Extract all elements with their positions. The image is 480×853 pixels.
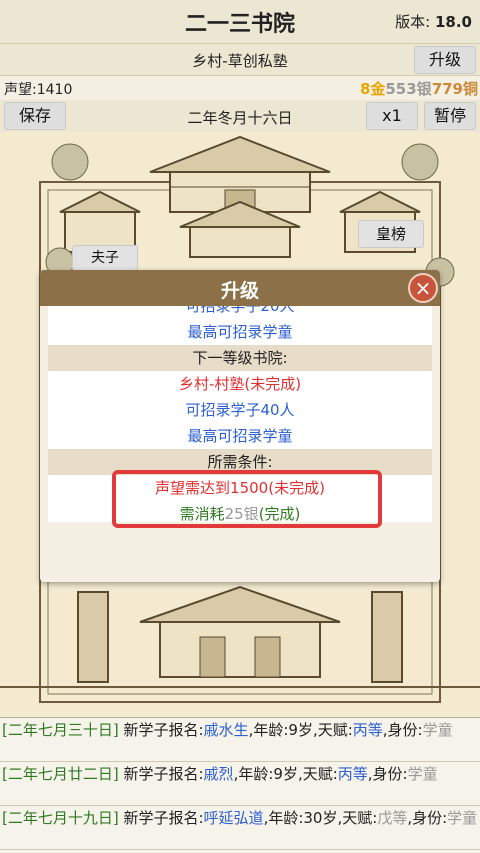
silver-amount: 553银: [385, 80, 432, 98]
close-icon: ×: [414, 276, 432, 300]
requirements-highlight: [112, 470, 382, 528]
log-student-name: 呼延弘道: [203, 809, 264, 827]
log-item: [二年七月十九日] 新学子报名:呼延弘道,年龄:30岁,天赋:戊等,身份:学童: [0, 806, 480, 850]
log-talent: 丙等: [352, 721, 383, 739]
dialog-header: 升级 ×: [40, 270, 440, 306]
log-age: 9: [288, 721, 298, 739]
gold-amount: 8金: [359, 80, 386, 98]
school-row: 乡村-草创私塾 升级: [0, 44, 480, 76]
school-location: 乡村-草创私塾: [192, 52, 288, 70]
money-display: 8金553银779铜: [360, 78, 478, 99]
log-text: ,年龄:: [263, 809, 304, 827]
dialog-row-current-capacity: 可招录学子20人: [48, 306, 432, 319]
fame-value: 声望:1410: [4, 82, 73, 98]
copper-amount: 779铜: [431, 80, 478, 98]
speed-button[interactable]: x1: [366, 102, 418, 130]
log-text: 岁,天赋:: [282, 765, 338, 783]
log-item: [二年七月三十日] 新学子报名:戚水生,年龄:9岁,天赋:丙等,身份:学童: [0, 718, 480, 762]
upgrade-button[interactable]: 升级: [414, 46, 476, 74]
log-talent: 丙等: [337, 765, 368, 783]
log-student-name: 戚水生: [203, 721, 249, 739]
dialog-row-next-capacity: 可招录学子40人: [48, 397, 432, 423]
log-age: 30: [303, 809, 323, 827]
log-text: ,年龄:: [233, 765, 274, 783]
log-text: 岁,天赋:: [297, 721, 353, 739]
log-identity: 学童: [422, 721, 453, 739]
log-text: 新学子报名:: [118, 809, 204, 827]
log-text: 新学子报名:: [118, 765, 204, 783]
version-label: 版本:: [395, 13, 431, 31]
log-date: [二年七月三十日]: [2, 721, 119, 739]
dialog-row-next-name: 乡村-村塾(未完成): [48, 371, 432, 397]
status-row: 声望:1410 8金553银779铜: [0, 76, 480, 100]
log-item: [二年七月廿二日] 新学子报名:戚烈,年龄:9岁,天赋:丙等,身份:学童: [0, 762, 480, 806]
dialog-row-next-level: 最高可招录学童: [48, 423, 432, 449]
imperial-list-button[interactable]: 皇榜: [358, 220, 424, 248]
log-date: [二年七月十九日]: [2, 809, 119, 827]
log-talent: 戊等: [377, 809, 408, 827]
upgrade-dialog: 升级 × 可招录学子20人 最高可招录学童 下一等级书院: 乡村-村塾(未完成)…: [40, 270, 440, 582]
dialog-title: 升级: [220, 280, 259, 302]
log-text: 新学子报名:: [118, 721, 204, 739]
event-log[interactable]: [二年七月三十日] 新学子报名:戚水生,年龄:9岁,天赋:丙等,身份:学童 [二…: [0, 717, 480, 853]
log-identity: 学童: [407, 765, 438, 783]
version-info: 版本: 18.0: [395, 11, 472, 32]
log-text: ,身份:: [407, 809, 448, 827]
title-bar: 二一三书院 版本: 18.0: [0, 0, 480, 44]
pause-button[interactable]: 暂停: [424, 102, 476, 130]
version-value: 18.0: [434, 13, 472, 31]
log-text: ,年龄:: [248, 721, 289, 739]
teacher-button[interactable]: 夫子: [72, 245, 138, 271]
log-text: ,身份:: [367, 765, 408, 783]
controls-row: 保存 二年冬月十六日 x1 暂停: [0, 100, 480, 132]
log-text: ,身份:: [382, 721, 423, 739]
dialog-row-current-level: 最高可招录学童: [48, 319, 432, 345]
dialog-row-next-heading: 下一等级书院:: [48, 345, 432, 371]
log-text: 岁,天赋:: [322, 809, 378, 827]
log-date: [二年七月廿二日]: [2, 765, 119, 783]
log-student-name: 戚烈: [203, 765, 234, 783]
log-identity: 学童: [447, 809, 478, 827]
close-button[interactable]: ×: [408, 273, 438, 303]
log-age: 9: [273, 765, 283, 783]
